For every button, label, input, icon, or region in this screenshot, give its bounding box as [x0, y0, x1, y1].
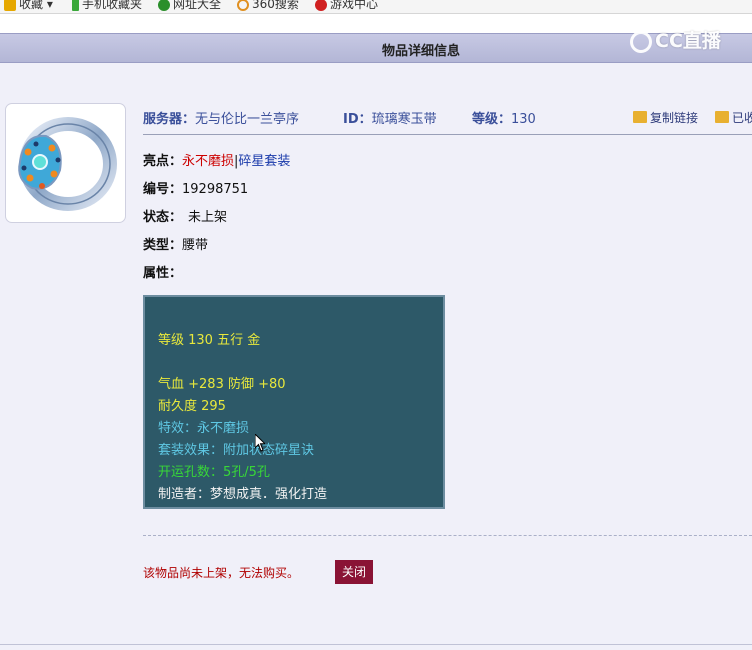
attr-level-element: 等级 130 五行 金: [158, 333, 261, 348]
bookmarks-bar: 收藏 ▾ 手机收藏夹 网址大全 360搜索 游戏中心: [0, 0, 752, 14]
number-row: 编号：19298751: [143, 178, 248, 197]
id-field: ID：琉璃寒玉带: [343, 108, 437, 127]
mouse-cursor-icon: [255, 434, 265, 452]
plus-circle-icon: [158, 0, 170, 11]
id-value: 琉璃寒玉带: [371, 112, 437, 127]
folder-add-icon: [715, 111, 729, 123]
number-label: 编号：: [143, 182, 183, 197]
attribute-label: 属性：: [143, 266, 183, 281]
copy-link-button[interactable]: 复制链接: [633, 109, 698, 126]
attr-hp-defense: 气血 +283 防御 +80: [158, 377, 286, 392]
bookmark-label: 360搜索: [252, 0, 299, 11]
highlight-value-2[interactable]: 碎星套装: [238, 154, 290, 169]
footer-divider: [143, 535, 752, 536]
server-value: 无与伦比一兰亭序: [195, 112, 300, 127]
status-value: 未上架: [188, 210, 228, 225]
type-value: 腰带: [182, 238, 209, 253]
attr-set-effect: 套装效果：附加状态碎星诀: [158, 443, 315, 458]
folder-link-icon: [633, 111, 647, 123]
bookmark-mobile[interactable]: 手机收藏夹: [72, 0, 142, 12]
highlight-value-1: 永不磨损: [182, 154, 235, 169]
type-row: 类型：腰带: [143, 234, 208, 253]
item-image: [5, 103, 126, 223]
bottom-border: [0, 644, 752, 645]
not-listed-notice: 该物品尚未上架，无法购买。: [143, 566, 300, 580]
watermark-text: CC直播: [655, 30, 721, 52]
id-label: ID：: [343, 112, 372, 127]
attr-special-effect: 特效：永不磨损: [158, 421, 250, 436]
highlight-label: 亮点：: [143, 154, 183, 169]
bookmark-360-search[interactable]: 360搜索: [237, 0, 299, 12]
bookmark-label: 收藏: [19, 0, 44, 11]
attr-durability: 耐久度 295: [158, 399, 226, 414]
number-value: 19298751: [182, 182, 249, 197]
copy-link-label: 复制链接: [650, 111, 699, 125]
bookmarked-button[interactable]: 已收: [715, 109, 752, 126]
bookmark-sites[interactable]: 网址大全: [158, 0, 221, 12]
page-title: 物品详细信息: [382, 44, 461, 59]
highlight-row: 亮点：永不磨损|碎星套装: [143, 150, 290, 169]
bookmark-label: 游戏中心: [330, 0, 379, 11]
bookmark-game-center[interactable]: 游戏中心: [315, 0, 378, 12]
star-icon: [4, 0, 16, 11]
bookmark-favorites[interactable]: 收藏 ▾: [4, 0, 53, 12]
attribute-box: 等级 130 五行 金 气血 +283 防御 +80 耐久度 295 特效：永不…: [143, 295, 445, 509]
attr-maker: 制造者：梦想成真．强化打造: [158, 487, 328, 502]
status-label: 状态：: [143, 210, 183, 225]
belt-ring-icon: [18, 117, 117, 211]
header-divider: [143, 134, 752, 135]
close-button[interactable]: 关闭: [335, 560, 373, 584]
server-label: 服务器：: [143, 112, 196, 127]
cc-logo-icon: [630, 31, 652, 53]
attribute-row: 属性：: [143, 262, 182, 281]
level-value: 130: [511, 112, 536, 127]
ring-icon: [237, 0, 249, 11]
level-label: 等级：: [472, 112, 512, 127]
server-field: 服务器：无与伦比一兰亭序: [143, 108, 299, 127]
game-icon: [315, 0, 327, 11]
bookmark-label: 网址大全: [173, 0, 222, 11]
phone-icon: [72, 0, 79, 11]
bookmark-label: 手机收藏夹: [82, 0, 143, 11]
bookmarked-label: 已收: [732, 111, 752, 125]
status-row: 状态： 未上架: [143, 206, 227, 225]
type-label: 类型：: [143, 238, 183, 253]
watermark: CC直播: [630, 26, 721, 53]
attr-socket-count: 开运孔数：5孔/5孔: [158, 465, 270, 480]
level-field: 等级：130: [472, 108, 536, 127]
